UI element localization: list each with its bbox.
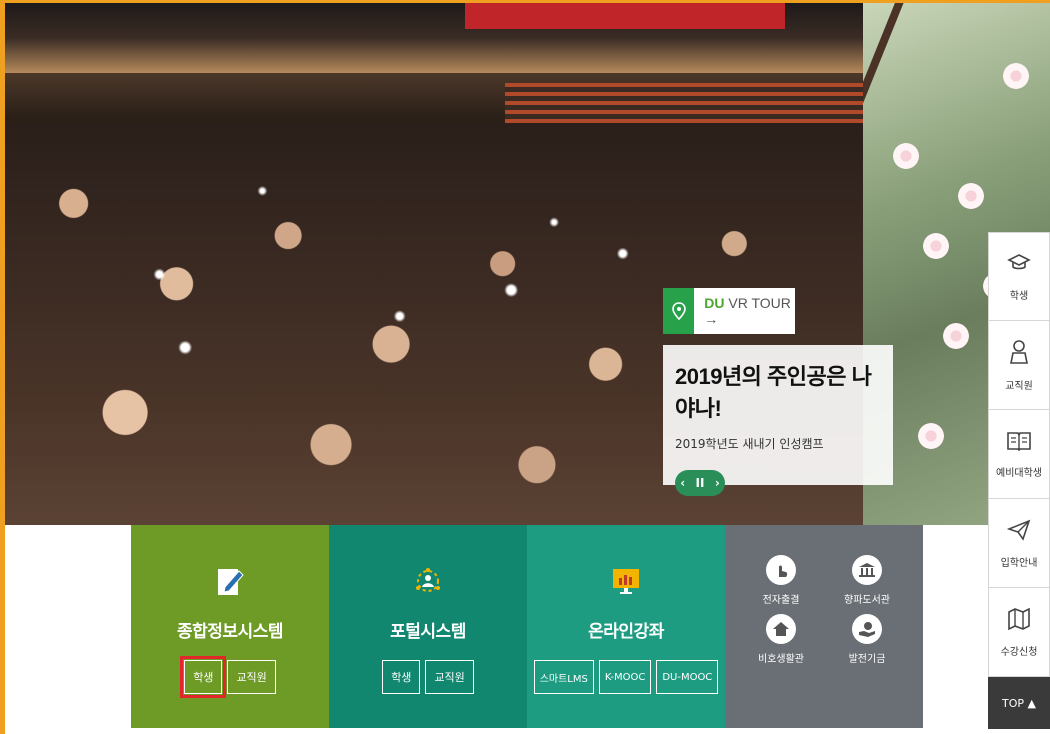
tile-services: 전자출결 향파도서관 비호생활관 발전기금 [725, 525, 923, 728]
touch-icon [766, 555, 796, 585]
slider-prev-button[interactable]: ‹ [680, 476, 685, 490]
du-mooc-button[interactable]: DU-MOOC [656, 660, 719, 694]
library-link[interactable]: 향파도서관 [824, 555, 910, 606]
graduation-cap-icon [1007, 251, 1031, 279]
person-icon [1007, 339, 1031, 369]
donation-icon [852, 614, 882, 644]
quick-prospective[interactable]: 예비대학생 [988, 410, 1050, 499]
donation-link[interactable]: 발전기금 [824, 614, 910, 665]
tile-online-course: 온라인강좌 스마트LMS K-MOOC DU-MOOC [527, 525, 725, 728]
library-icon [852, 555, 882, 585]
top-button[interactable]: TOP ▲ [988, 677, 1050, 729]
info-student-button[interactable]: 학생 [180, 656, 227, 698]
quick-registration[interactable]: 수강신청 [988, 588, 1050, 677]
quick-menu: 학생 교직원 예비대학생 입학안내 수강신청 TOP ▲ [988, 232, 1050, 729]
map-icon [1007, 607, 1031, 635]
slider-pause-button[interactable]: II [696, 476, 705, 490]
smart-lms-button[interactable]: 스마트LMS [533, 660, 594, 694]
monitor-chart-icon [606, 561, 646, 601]
tile-info-system: 종합정보시스템 학생 교직원 [131, 525, 329, 728]
quick-admission[interactable]: 입학안내 [988, 499, 1050, 588]
quick-label: 교직원 [1005, 380, 1033, 392]
tile-title: 포털시스템 [390, 622, 466, 642]
slider-next-button[interactable]: › [715, 476, 720, 490]
service-label: 발전기금 [848, 654, 886, 665]
quick-student[interactable]: 학생 [988, 232, 1050, 321]
vr-brand: DU [704, 295, 725, 311]
dormitory-link[interactable]: 비호생활관 [738, 614, 824, 665]
service-tiles: 종합정보시스템 학생 교직원 포털시스템 학생 교직원 온라인강좌 스마트LMS… [131, 525, 923, 728]
quick-label: 예비대학생 [996, 467, 1042, 479]
service-label: 전자출결 [762, 595, 800, 606]
hero-subtitle: 2019학년도 새내기 인성캠프 [675, 437, 824, 451]
book-icon [1006, 430, 1032, 456]
quick-label: 입학안내 [1000, 557, 1038, 569]
quick-label: 수강신청 [1000, 646, 1038, 658]
hero-title: 2019년의 주인공은 나야나! [675, 364, 872, 421]
portal-staff-button[interactable]: 교직원 [425, 660, 474, 694]
portal-student-button[interactable]: 학생 [382, 660, 421, 694]
pencil-doc-icon [210, 561, 250, 601]
hero-caption: 2019년의 주인공은 나야나! 2019학년도 새내기 인성캠프 ‹ II › [663, 345, 893, 496]
tile-title: 종합정보시스템 [177, 622, 283, 642]
vr-tour-button[interactable]: DU VR TOUR → [663, 288, 795, 334]
map-pin-icon [663, 288, 695, 334]
slider-controls: ‹ II › [675, 470, 725, 496]
quick-label: 학생 [1009, 291, 1029, 302]
tile-portal: 포털시스템 학생 교직원 [329, 525, 527, 728]
quick-staff[interactable]: 교직원 [988, 321, 1050, 410]
service-label: 향파도서관 [844, 595, 890, 606]
network-icon [408, 561, 448, 601]
k-mooc-button[interactable]: K-MOOC [598, 660, 652, 694]
service-label: 비호생활관 [758, 654, 804, 665]
tile-title: 온라인강좌 [588, 622, 664, 642]
info-staff-button[interactable]: 교직원 [227, 660, 276, 694]
e-attendance-link[interactable]: 전자출결 [738, 555, 824, 606]
house-icon [766, 614, 796, 644]
paper-plane-icon [1006, 518, 1031, 546]
